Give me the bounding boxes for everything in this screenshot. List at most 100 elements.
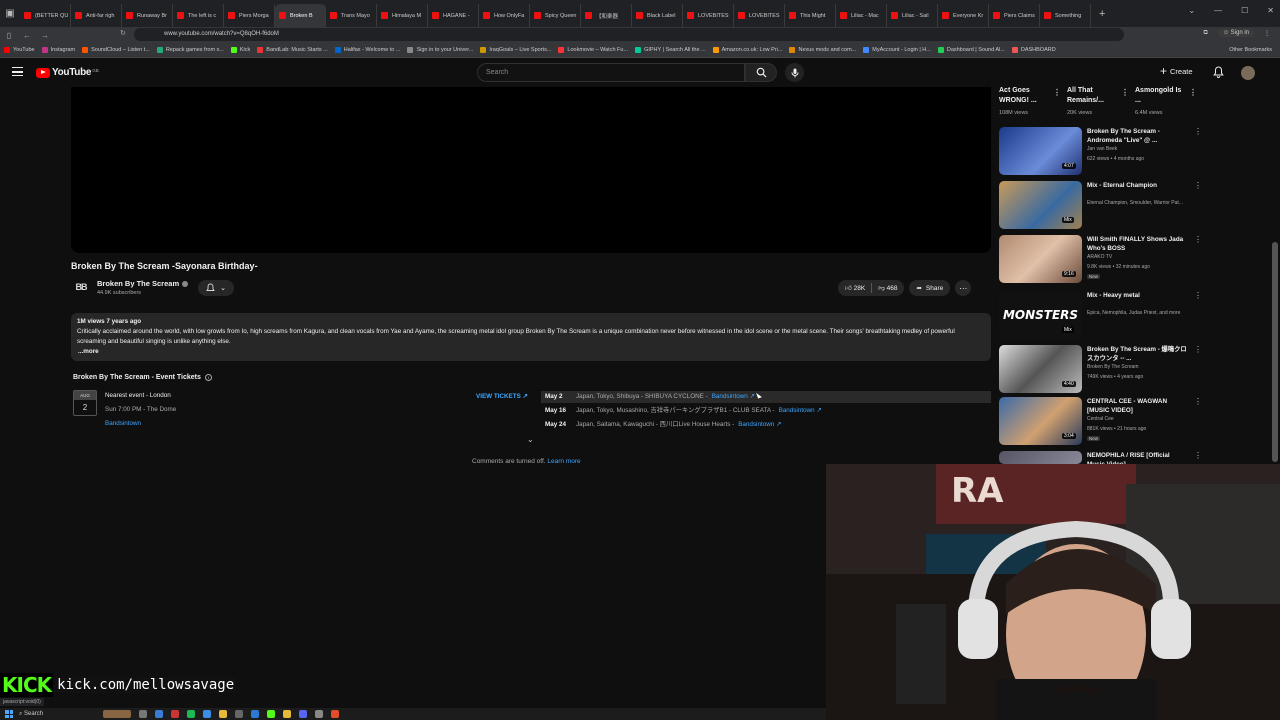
recommended-video[interactable]: 3:04 CENTRAL CEE - WAGWAN [MUSIC VIDEO] Ce… xyxy=(999,397,1202,449)
app-icon[interactable] xyxy=(203,710,211,718)
media-app-icon[interactable] xyxy=(171,710,179,718)
browser-tab[interactable]: Everyone Kr xyxy=(938,4,989,27)
channel-name[interactable]: ARAKO TV xyxy=(1087,254,1202,260)
kebab-menu-icon[interactable]: ⋮ xyxy=(1121,88,1129,98)
event-bandsintown-link[interactable]: Bandsintown ↗ xyxy=(712,391,755,403)
bookmark-item[interactable]: MyAccount - Login | H... xyxy=(863,47,931,53)
taskbar-search[interactable]: ⌕ Search xyxy=(19,711,99,718)
task-view-icon[interactable] xyxy=(139,710,147,718)
event-bandsintown-link[interactable]: Bandsintown ↗ xyxy=(779,405,822,417)
bookmark-item[interactable]: Kick xyxy=(230,47,250,53)
reload-button[interactable]: ↻ xyxy=(120,29,126,37)
bookmark-item[interactable]: YouTube xyxy=(4,47,35,53)
app-icon[interactable] xyxy=(283,710,291,718)
bookmark-item[interactable]: BandLab: Music Starts ... xyxy=(257,47,328,53)
browser-menu-icon[interactable]: ⋮ xyxy=(1264,30,1270,37)
tab-list-chevron-icon[interactable]: ⌄ xyxy=(1188,6,1195,15)
channel-name[interactable]: Eternal Champion, Smoulder, Warrior Pat.… xyxy=(1087,200,1202,206)
search-input[interactable]: Search xyxy=(477,63,745,82)
forward-button[interactable]: → xyxy=(36,31,54,40)
event-bandsintown-link[interactable]: Bandsintown ↗ xyxy=(738,419,781,431)
browser-tab[interactable]: Something xyxy=(1040,4,1091,27)
extensions-icon[interactable]: ⧉ xyxy=(1204,30,1208,37)
browser-tab[interactable]: Piers Claims xyxy=(989,4,1040,27)
notifications-bell-icon[interactable] xyxy=(1213,66,1224,78)
more-actions-button[interactable]: ⋯ xyxy=(955,280,972,296)
new-tab-button[interactable]: + xyxy=(1099,8,1105,20)
video-title[interactable]: Broken By The Scream - 爆鳴クロスカウンタ -- ... xyxy=(1087,345,1187,363)
bookmark-item[interactable]: GIPHY | Search All the ... xyxy=(635,47,706,53)
dislike-button[interactable]: 👎︎ 468 xyxy=(878,284,897,292)
kebab-menu-icon[interactable]: ⋮ xyxy=(1053,88,1061,98)
browser-tab[interactable]: Anti-far righ xyxy=(71,4,122,27)
video-title[interactable]: CENTRAL CEE - WAGWAN [MUSIC VIDEO] xyxy=(1087,397,1187,415)
browser-tab[interactable]: LOVEBITES xyxy=(683,4,734,27)
sidebar-toggle-icon[interactable]: ▯ xyxy=(0,31,18,40)
recommended-video[interactable]: NEMOPHILA / RISE [Official Music Video]⋮ xyxy=(999,451,1202,468)
browser-tab[interactable]: Spicy Queen xyxy=(530,4,581,27)
short-item[interactable]: Act Goes WRONG! ... 108M views ⋮ xyxy=(999,86,1067,118)
kebab-menu-icon[interactable]: ⋮ xyxy=(1194,397,1202,406)
close-window-button[interactable]: ✕ xyxy=(1267,6,1274,15)
create-button[interactable]: + Create xyxy=(1160,65,1193,77)
spotify-icon[interactable] xyxy=(187,710,195,718)
video-title[interactable]: Broken By The Scream - Andromeda "Live" … xyxy=(1087,127,1187,145)
channel-name[interactable]: Jan van Beek xyxy=(1087,146,1202,152)
browser-tab[interactable]: Runaway Br xyxy=(122,4,173,27)
browser-tab[interactable]: 【和楽器 xyxy=(581,4,632,27)
bookmark-item[interactable]: IraqGoals – Live Sports... xyxy=(480,47,551,53)
maximize-button[interactable]: ☐ xyxy=(1241,6,1248,15)
info-icon[interactable]: i xyxy=(204,374,212,381)
description-box[interactable]: 1M views 7 years ago Critically acclaime… xyxy=(71,313,991,361)
video-player[interactable] xyxy=(71,87,991,253)
app-icon[interactable] xyxy=(235,710,243,718)
bookmark-item[interactable]: Halifax - Welcome to ... xyxy=(334,47,400,53)
short-item[interactable]: Asmongold Is ... 6.4M views ⋮ xyxy=(1135,86,1203,118)
view-tickets-button[interactable]: VIEW TICKETS ↗ xyxy=(476,393,528,400)
channel-name[interactable]: Epica, Nemophila, Judas Priest, and more xyxy=(1087,310,1202,316)
app-icon[interactable] xyxy=(315,710,323,718)
taskbar-widget-icon[interactable] xyxy=(103,710,131,718)
edge-icon[interactable] xyxy=(155,710,163,718)
youtube-logo[interactable]: YouTube GB xyxy=(36,67,99,78)
expand-events-chevron-icon[interactable]: ⌄ xyxy=(527,435,534,444)
recommended-video[interactable]: Mix Mix - Eternal Champion Eternal Champio… xyxy=(999,181,1202,233)
bookmark-item[interactable]: Repack games from x... xyxy=(156,47,224,53)
kebab-menu-icon[interactable]: ⋮ xyxy=(1194,235,1202,244)
bookmark-item[interactable]: Sign in to your Univer... xyxy=(407,47,473,53)
browser-tab[interactable]: (BETTER QU xyxy=(20,4,71,27)
file-explorer-icon[interactable] xyxy=(219,710,227,718)
voice-search-button[interactable] xyxy=(785,63,804,82)
channel-name[interactable]: Broken By The Scream xyxy=(97,279,189,288)
channel-name[interactable]: Central Cee xyxy=(1087,416,1202,422)
bookmark-item[interactable]: Nexus mods and com... xyxy=(789,47,856,53)
browser-tab[interactable]: This Might xyxy=(785,4,836,27)
browser-tab[interactable]: Broken B xyxy=(275,4,326,27)
browser-app-icon[interactable] xyxy=(331,710,339,718)
kebab-menu-icon[interactable]: ⋮ xyxy=(1194,127,1202,136)
bookmark-item[interactable]: DASHBOARD xyxy=(1011,47,1056,53)
recommended-video[interactable]: 4:40 Broken By The Scream - 爆鳴クロスカウンタ -- … xyxy=(999,345,1202,397)
back-button[interactable]: ← xyxy=(18,31,36,40)
kebab-menu-icon[interactable]: ⋮ xyxy=(1194,451,1202,460)
browser-tab[interactable]: Liliac - Sail xyxy=(887,4,938,27)
kebab-menu-icon[interactable]: ⋮ xyxy=(1194,345,1202,354)
url-field[interactable]: www.youtube.com/watch?v=Q8qOH-f6doM xyxy=(134,28,1124,41)
windows-start-icon[interactable] xyxy=(5,710,13,718)
like-button[interactable]: 👍︎ 28K xyxy=(845,284,865,292)
recommended-video[interactable]: MONSTERS Mix Mix - Heavy metal Epica, Nemop… xyxy=(999,291,1202,343)
bookmark-item[interactable]: SoundCloud – Listen t... xyxy=(82,47,150,53)
account-avatar[interactable] xyxy=(1241,66,1255,80)
video-title[interactable]: Mix - Heavy metal xyxy=(1087,291,1187,300)
kebab-menu-icon[interactable]: ⋮ xyxy=(1189,88,1197,98)
bookmark-item[interactable]: Dashboard | Sound Al... xyxy=(937,47,1005,53)
show-more-link[interactable]: ...more xyxy=(77,347,985,357)
scrollbar-thumb[interactable] xyxy=(1272,242,1278,462)
bookmark-item[interactable]: Amazon.co.uk: Low Pri... xyxy=(712,47,782,53)
bookmark-item[interactable]: Lookmovie – Watch Fu... xyxy=(558,47,628,53)
browser-tab[interactable]: Piers Morga xyxy=(224,4,275,27)
browser-tab[interactable]: The left is c xyxy=(173,4,224,27)
menu-icon[interactable] xyxy=(12,67,23,76)
other-bookmarks[interactable]: Other Bookmarks xyxy=(1229,47,1272,53)
kebab-menu-icon[interactable]: ⋮ xyxy=(1194,181,1202,190)
